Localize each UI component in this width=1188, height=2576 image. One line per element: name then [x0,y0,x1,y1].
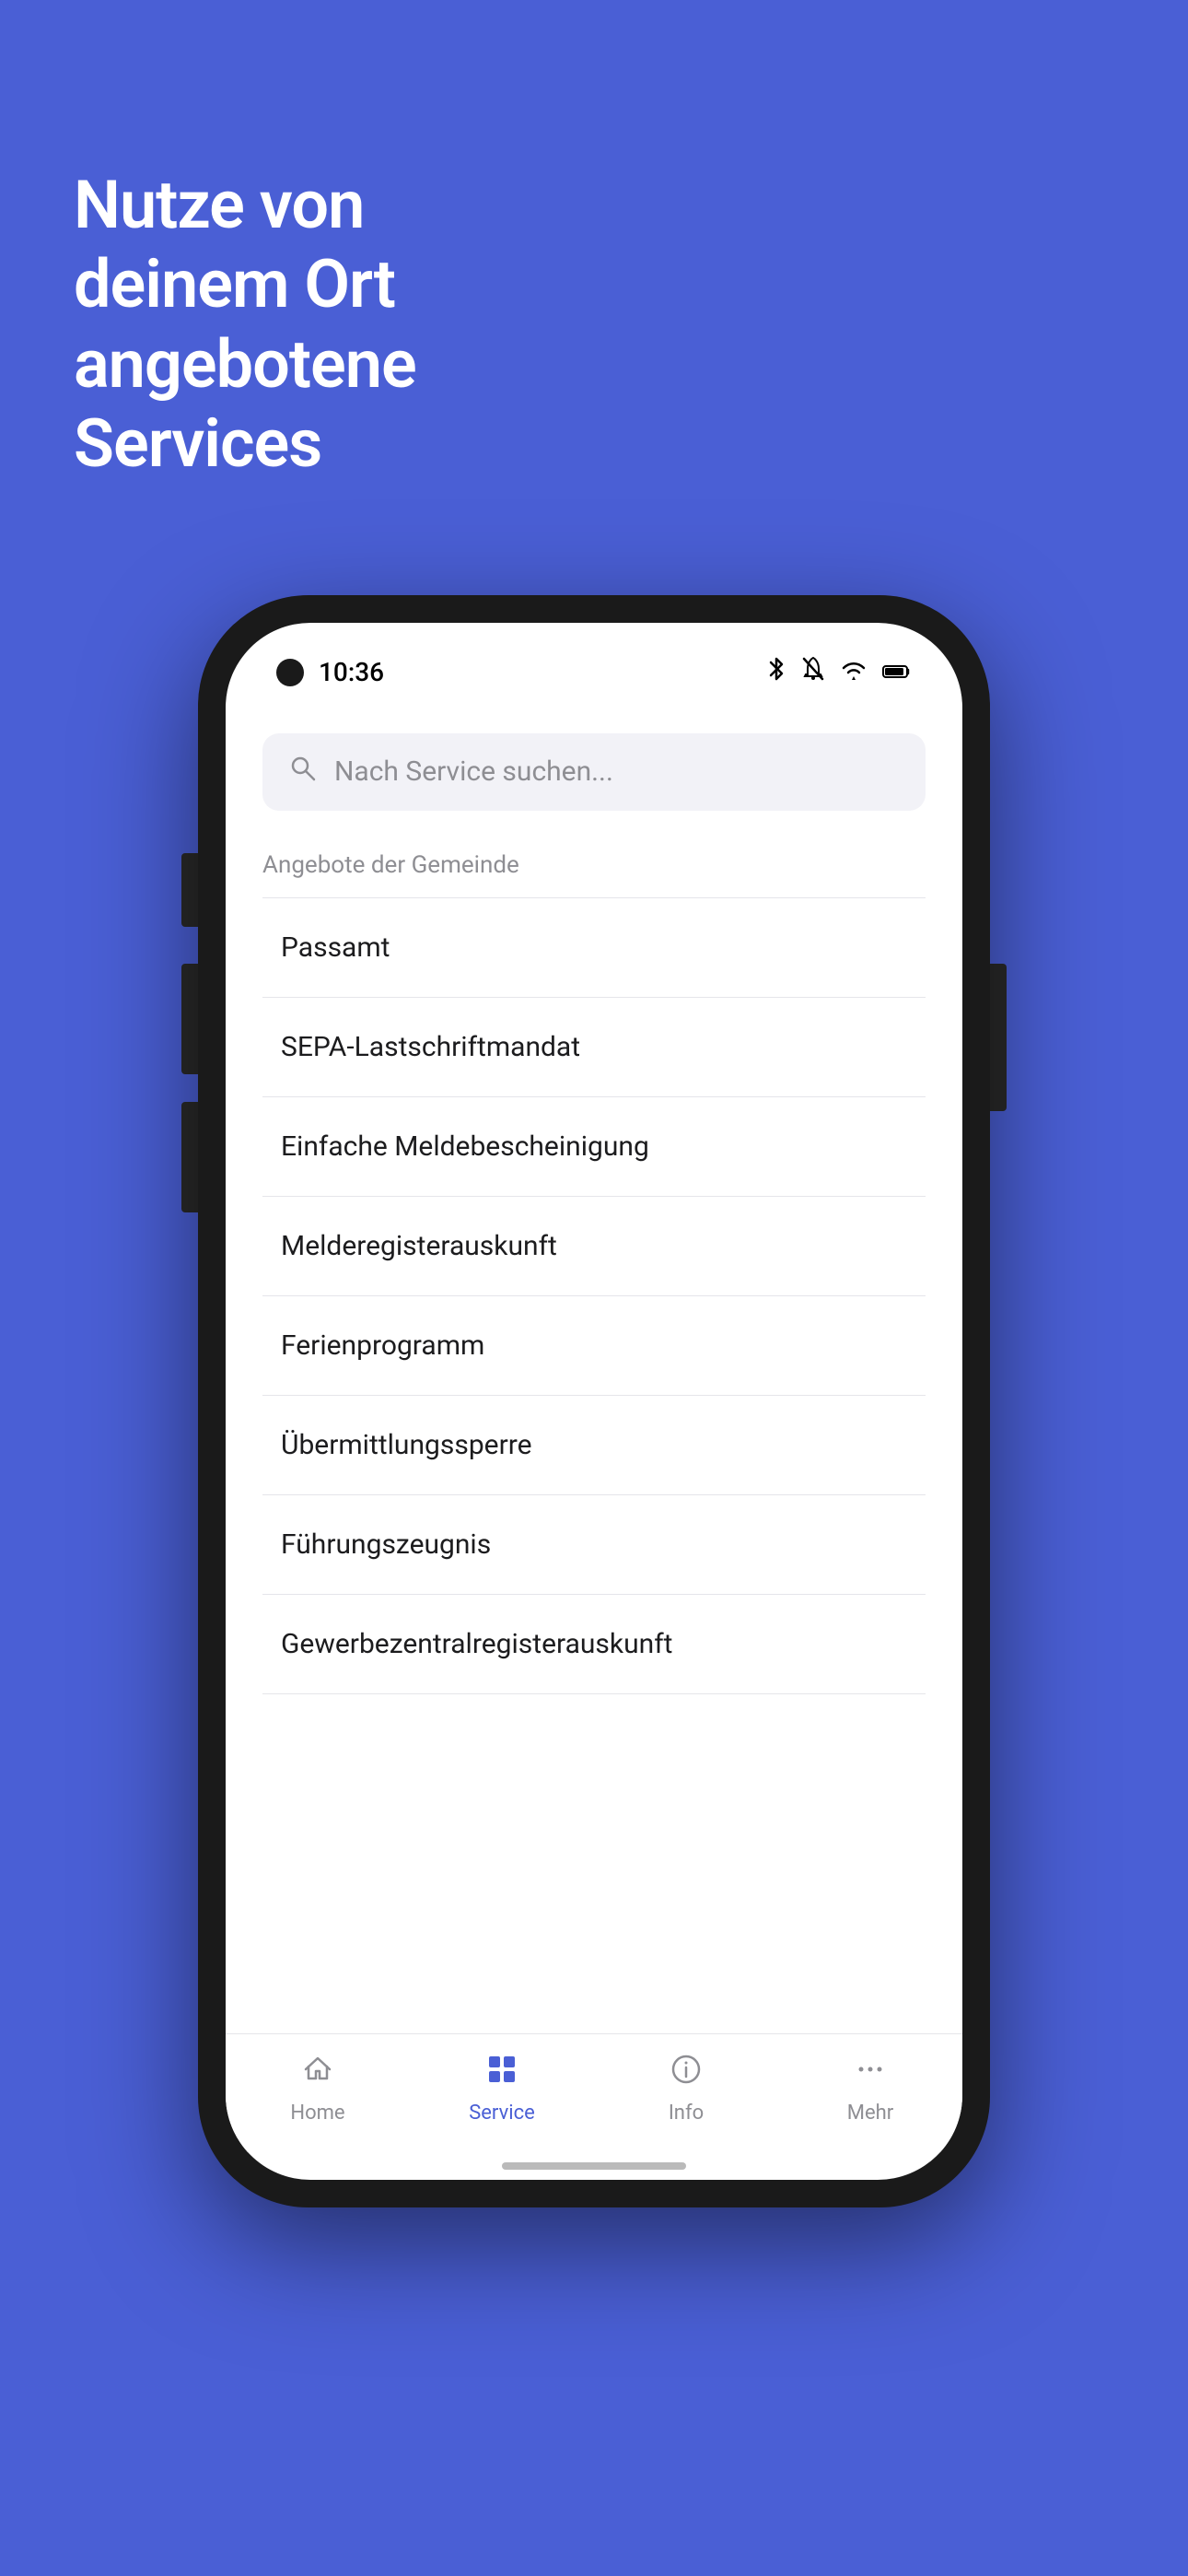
power-button [990,964,1007,1111]
section-label: Angebote der Gemeinde [262,851,926,879]
tab-service-label: Service [469,2102,535,2125]
volume-down-button [181,964,198,1074]
camera-dot [276,659,304,686]
info-icon [670,2053,703,2094]
grid-icon [485,2053,518,2094]
home-icon [301,2053,334,2094]
list-item[interactable]: Einfache Meldebescheinigung [262,1097,926,1197]
search-icon [288,754,318,790]
list-item[interactable]: Übermittlungssperre [262,1396,926,1495]
bluetooth-icon [766,655,786,689]
list-item[interactable]: Ferienprogramm [262,1296,926,1396]
service-list: Passamt SEPA-Lastschriftmandat Einfache … [262,897,926,2033]
battery-icon [882,659,912,686]
muted-icon [801,656,825,688]
status-time-area: 10:36 [276,657,384,687]
tab-info[interactable]: Info [640,2053,732,2125]
list-item[interactable]: Gewerbezentralregisterauskunft [262,1595,926,1694]
clock: 10:36 [319,657,384,687]
tab-mehr-label: Mehr [847,2102,893,2125]
tab-home[interactable]: Home [272,2053,364,2125]
search-bar[interactable]: Nach Service suchen... [262,733,926,811]
home-indicator [226,2152,962,2180]
list-item[interactable]: Führungszeugnis [262,1495,926,1595]
phone-screen: 10:36 [226,623,962,2180]
hero-title: Nutze von deinem Ort angebotene Services [0,0,645,485]
tab-mehr[interactable]: Mehr [824,2053,916,2125]
more-icon [854,2053,887,2094]
tab-service[interactable]: Service [456,2053,548,2125]
phone-mockup: 10:36 [198,595,990,2207]
volume-up-button [181,853,198,927]
tab-home-label: Home [290,2102,344,2125]
silent-button [181,1102,198,1212]
status-bar: 10:36 [226,623,962,697]
status-icons [766,655,912,689]
app-content: Nach Service suchen... Angebote der Geme… [226,697,962,2033]
search-placeholder: Nach Service suchen... [334,755,613,788]
tab-info-label: Info [669,2102,704,2125]
home-bar [502,2162,686,2170]
wifi-icon [840,659,868,686]
list-item[interactable]: SEPA-Lastschriftmandat [262,998,926,1097]
list-item[interactable]: Passamt [262,897,926,998]
tab-bar: Home Service [226,2033,962,2152]
list-item[interactable]: Melderegisterauskunft [262,1197,926,1296]
